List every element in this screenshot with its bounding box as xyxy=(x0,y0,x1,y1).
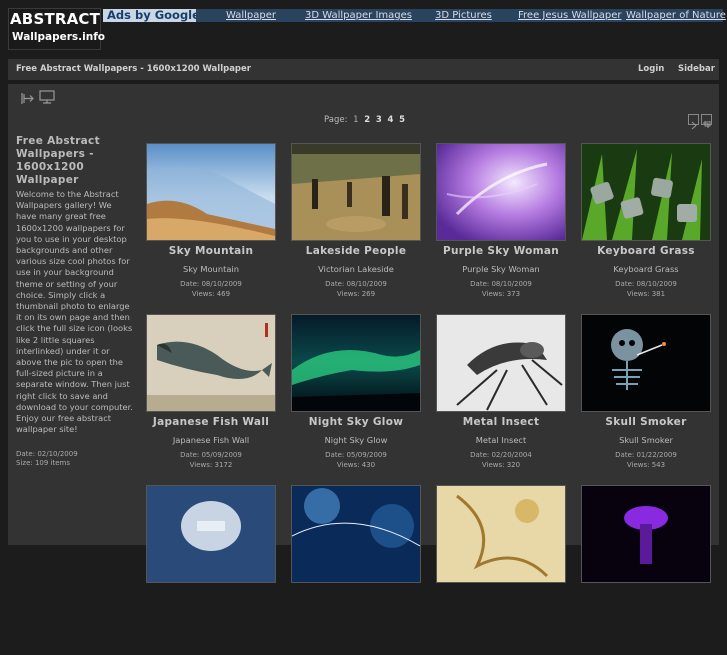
wallpaper-card: Night Sky Glow Night Sky Glow Date: 05/0… xyxy=(291,314,421,484)
wallpaper-title[interactable]: Metal Insect xyxy=(436,416,566,429)
page-link-2[interactable]: 2 xyxy=(364,115,370,125)
top-link-free-jesus-wallpaper[interactable]: Free Jesus Wallpaper xyxy=(518,10,621,22)
gallery-size: Size: 109 items xyxy=(16,459,71,468)
wallpaper-title[interactable]: Japanese Fish Wall xyxy=(146,416,276,429)
wallpaper-views: Views: 269 xyxy=(336,290,376,298)
page-nav xyxy=(688,114,713,130)
wallpaper-date: Date: 02/20/2004 xyxy=(470,451,532,459)
wallpaper-subtitle: Metal Insect xyxy=(475,435,527,445)
wallpaper-card xyxy=(436,485,566,655)
page-link-3[interactable]: 3 xyxy=(376,115,382,125)
wallpaper-thumbnail[interactable] xyxy=(146,314,276,412)
page-link-5[interactable]: 5 xyxy=(399,115,405,125)
wallpaper-thumbnail[interactable] xyxy=(291,485,421,583)
prev-page-icon[interactable] xyxy=(688,114,699,130)
wallpaper-card xyxy=(291,485,421,655)
top-link-3d-wallpaper-images[interactable]: 3D Wallpaper Images xyxy=(305,10,412,22)
gallery-panel: Page: 1 2 3 4 5 Free Abstract Wallpapers… xyxy=(8,84,719,583)
sidebar-link[interactable]: Sidebar xyxy=(678,63,715,75)
top-link-wallpaper-of-nature[interactable]: Wallpaper of Nature xyxy=(626,10,726,22)
monitor-icon[interactable] xyxy=(39,89,55,104)
gallery-title: Free Abstract Wallpapers - 1600x1200 Wal… xyxy=(16,135,100,186)
wallpaper-title[interactable]: Lakeside People xyxy=(291,245,421,258)
wallpaper-thumbnail[interactable] xyxy=(581,485,711,583)
gallery-date: Date: 02/10/2009 xyxy=(16,450,78,459)
title-bar: Free Abstract Wallpapers - 1600x1200 Wal… xyxy=(8,59,719,80)
wallpaper-title[interactable]: Purple Sky Woman xyxy=(436,245,566,258)
site-logo[interactable]: ABSTRACT Wallpapers.info xyxy=(8,8,105,50)
wallpaper-subtitle: Purple Sky Woman xyxy=(462,264,540,274)
pagination-label: Page: xyxy=(324,115,348,125)
wallpaper-thumbnail[interactable] xyxy=(291,143,421,241)
page-link-1[interactable]: 1 xyxy=(353,115,358,125)
wallpaper-card: Sky Mountain Sky Mountain Date: 08/10/20… xyxy=(146,143,276,313)
wallpaper-thumbnail[interactable] xyxy=(146,485,276,583)
login-link[interactable]: Login xyxy=(638,63,664,75)
page-title: Free Abstract Wallpapers - 1600x1200 Wal… xyxy=(16,64,251,74)
logo-subtitle: Wallpapers.info xyxy=(12,31,106,43)
wallpaper-subtitle: Victorian Lakeside xyxy=(318,264,394,274)
wallpaper-card: Skull Smoker Skull Smoker Date: 01/22/20… xyxy=(581,314,711,484)
wallpaper-thumbnail[interactable] xyxy=(581,143,711,241)
wallpaper-subtitle: Sky Mountain xyxy=(183,264,239,274)
gallery-description: Welcome to the Abstract Wallpapers galle… xyxy=(16,189,133,435)
wallpaper-thumbnail[interactable] xyxy=(436,143,566,241)
wallpaper-date: Date: 08/10/2009 xyxy=(470,280,532,288)
gallery-sidebar: Free Abstract Wallpapers - 1600x1200 Wal… xyxy=(16,135,134,468)
top-link-wallpaper[interactable]: Wallpaper xyxy=(226,10,276,22)
wallpaper-views: Views: 469 xyxy=(191,290,231,298)
wallpaper-subtitle: Japanese Fish Wall xyxy=(172,435,250,445)
wallpaper-thumbnail[interactable] xyxy=(291,314,421,412)
page-link-4[interactable]: 4 xyxy=(388,115,394,125)
wallpaper-views: Views: 430 xyxy=(336,461,376,469)
wallpaper-thumbnail[interactable] xyxy=(581,314,711,412)
wallpaper-title[interactable]: Sky Mountain xyxy=(146,245,276,258)
wallpaper-date: Date: 05/09/2009 xyxy=(180,451,242,459)
wallpaper-card: Keyboard Grass Keyboard Grass Date: 08/1… xyxy=(581,143,711,313)
wallpaper-title[interactable]: Keyboard Grass xyxy=(581,245,711,258)
wallpaper-views: Views: 373 xyxy=(481,290,521,298)
wallpaper-views: Views: 543 xyxy=(626,461,666,469)
wallpaper-title[interactable]: Skull Smoker xyxy=(581,416,711,429)
wallpaper-card xyxy=(581,485,711,655)
wallpaper-card: Purple Sky Woman Purple Sky Woman Date: … xyxy=(436,143,566,313)
wallpaper-date: Date: 08/10/2009 xyxy=(325,280,387,288)
wallpaper-views: Views: 381 xyxy=(626,290,666,298)
wallpaper-date: Date: 05/09/2009 xyxy=(325,451,387,459)
wallpaper-subtitle: Night Sky Glow xyxy=(324,435,388,445)
wallpaper-thumbnail[interactable] xyxy=(436,485,566,583)
wallpaper-subtitle: Skull Smoker xyxy=(619,435,673,445)
pagination: Page: 1 2 3 4 5 xyxy=(324,114,408,126)
wallpaper-thumbnail[interactable] xyxy=(146,143,276,241)
logo-title: ABSTRACT xyxy=(10,10,101,28)
wallpaper-date: Date: 08/10/2009 xyxy=(180,280,242,288)
wallpaper-date: Date: 08/10/2009 xyxy=(615,280,677,288)
wallpaper-date: Date: 01/22/2009 xyxy=(615,451,677,459)
ads-by-google-label[interactable]: Ads by Google xyxy=(103,9,196,22)
wallpaper-thumbnail[interactable] xyxy=(436,314,566,412)
top-link-3d-pictures[interactable]: 3D Pictures xyxy=(435,10,492,22)
wallpaper-views: Views: 3172 xyxy=(189,461,233,469)
wallpaper-card xyxy=(146,485,276,655)
wallpaper-views: Views: 320 xyxy=(481,461,521,469)
exit-icon[interactable] xyxy=(21,90,35,104)
wallpaper-card: Metal Insect Metal Insect Date: 02/20/20… xyxy=(436,314,566,484)
wallpaper-card: Japanese Fish Wall Japanese Fish Wall Da… xyxy=(146,314,276,484)
next-page-icon[interactable] xyxy=(701,114,712,128)
wallpaper-subtitle: Keyboard Grass xyxy=(613,264,679,274)
wallpaper-title[interactable]: Night Sky Glow xyxy=(291,416,421,429)
wallpaper-card: Lakeside People Victorian Lakeside Date:… xyxy=(291,143,421,313)
top-header: ABSTRACT Wallpapers.info Ads by Google W… xyxy=(0,0,727,59)
